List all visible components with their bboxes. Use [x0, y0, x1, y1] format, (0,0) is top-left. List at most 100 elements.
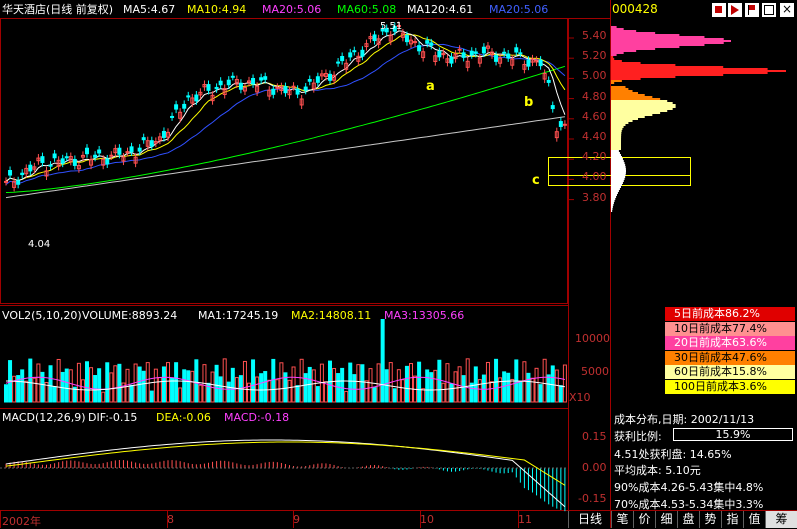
macd-axis-neg: -0.15: [578, 492, 607, 505]
volume-bar: [101, 391, 106, 403]
grid-icon[interactable]: [762, 3, 776, 17]
cost-profile-bar: [611, 146, 622, 148]
candle-body: [502, 51, 507, 54]
candle-body: [60, 158, 65, 164]
close-icon[interactable]: ×: [780, 2, 794, 17]
volume-bar: [105, 362, 110, 403]
volume-axis-10000: 10000: [575, 332, 610, 345]
tab-trend[interactable]: 势: [699, 511, 721, 528]
tab-order-book[interactable]: 盘: [677, 511, 699, 528]
tab-daily[interactable]: 日线: [568, 511, 611, 528]
volume-bar: [494, 358, 499, 403]
candle-body: [404, 35, 409, 43]
tab-tick[interactable]: 笔: [611, 511, 633, 528]
cost-profile-bar: [611, 96, 653, 98]
volume-bar: [295, 385, 300, 403]
ma120-label: MA120:4.61: [407, 3, 474, 16]
candle-body: [429, 42, 434, 46]
volume-bar: [178, 387, 183, 403]
candle-body: [109, 154, 114, 157]
volume-bar: [271, 358, 276, 403]
candle-body: [4, 180, 8, 183]
volume-bar: [441, 382, 446, 403]
cost-profile-bar: [611, 34, 680, 36]
cost-profile-bar: [611, 62, 641, 64]
candle-body: [194, 94, 199, 102]
volume-ma1: MA1:17245.19: [198, 309, 279, 322]
volume-bar: [485, 361, 490, 403]
price-axis-label: 5.40: [582, 29, 607, 42]
cost-profile-bar: [611, 152, 620, 154]
volume-bar: [109, 372, 114, 403]
cost-profile-bar: [611, 52, 624, 54]
volume-bar: [68, 369, 73, 403]
cost-profile-bar: [611, 122, 629, 124]
cost-profile-bar: [611, 72, 768, 74]
tab-indicator[interactable]: 指: [721, 511, 743, 528]
candle-body: [141, 137, 146, 141]
volume-bar: [113, 365, 118, 403]
cost-profile-bar: [611, 118, 639, 120]
volume-bar: [323, 381, 328, 403]
cost-profile-bar: [611, 202, 614, 204]
volume-bar: [20, 369, 25, 403]
cost-profile-bar: [611, 136, 622, 138]
cost-profile-bar: [611, 104, 676, 106]
zoom-icon[interactable]: [712, 3, 726, 17]
volume-bar: [214, 364, 219, 403]
volume-bar: [226, 381, 231, 403]
cost-profile-bar: [611, 210, 613, 212]
volume-bar: [376, 363, 381, 403]
cost-profile-bar: [611, 74, 724, 76]
macd-axis-zero: 0.00: [582, 461, 607, 474]
macd-value: MACD:-0.18: [224, 411, 290, 424]
cost-profile-bar: [611, 70, 786, 72]
flag-icon[interactable]: [745, 3, 759, 17]
ma250-label: MA20:5.06: [489, 3, 549, 16]
volume-bar: [299, 358, 304, 403]
candle-body: [340, 56, 345, 62]
cost-profile-bar: [611, 66, 724, 68]
arrow-right-icon[interactable]: [728, 3, 742, 17]
volume-bar: [28, 358, 33, 403]
date-label-nov: 11: [518, 513, 532, 526]
volume-bar: [368, 368, 373, 403]
volume-bar: [421, 388, 426, 403]
tab-detail[interactable]: 细: [655, 511, 677, 528]
candle-body: [348, 52, 353, 58]
cost-profile-bar: [611, 78, 641, 80]
tab-value[interactable]: 值: [743, 511, 765, 528]
candle-body: [186, 95, 191, 98]
volume-bar: [190, 370, 195, 403]
price-axis-label: 5.20: [582, 49, 607, 63]
tab-chips[interactable]: 筹: [765, 511, 797, 528]
candle-body: [518, 52, 523, 55]
candle-body: [550, 105, 555, 110]
candle-body: [283, 86, 288, 94]
candle-body: [360, 49, 365, 57]
cost-profile-bar: [611, 144, 622, 146]
volume-bar: [149, 390, 154, 403]
cost-profile-bar: [611, 206, 613, 208]
cost-profile-bar: [611, 54, 617, 56]
cost-profile-bar: [611, 82, 615, 84]
date-label-aug: 8: [167, 513, 174, 526]
volume-bar: [356, 364, 361, 403]
candle-body: [28, 164, 33, 172]
cost-profile-bar: [611, 204, 614, 206]
candle-body: [449, 56, 454, 64]
candle-body: [170, 115, 175, 118]
volume-bar: [263, 371, 268, 403]
volume-bar: [85, 361, 89, 403]
candle-body: [251, 78, 256, 85]
volume-bar: [344, 390, 349, 403]
cost-profile-bar: [611, 112, 661, 114]
cost-profile-bar: [611, 134, 622, 136]
volume-bar: [76, 362, 81, 403]
cost-profile-bar: [611, 192, 618, 194]
cost-profile-bar: [611, 124, 626, 126]
volume-bar: [437, 359, 442, 403]
tab-price[interactable]: 价: [633, 511, 655, 528]
volume-bar: [461, 375, 466, 403]
cost-profile-bar: [611, 150, 619, 152]
